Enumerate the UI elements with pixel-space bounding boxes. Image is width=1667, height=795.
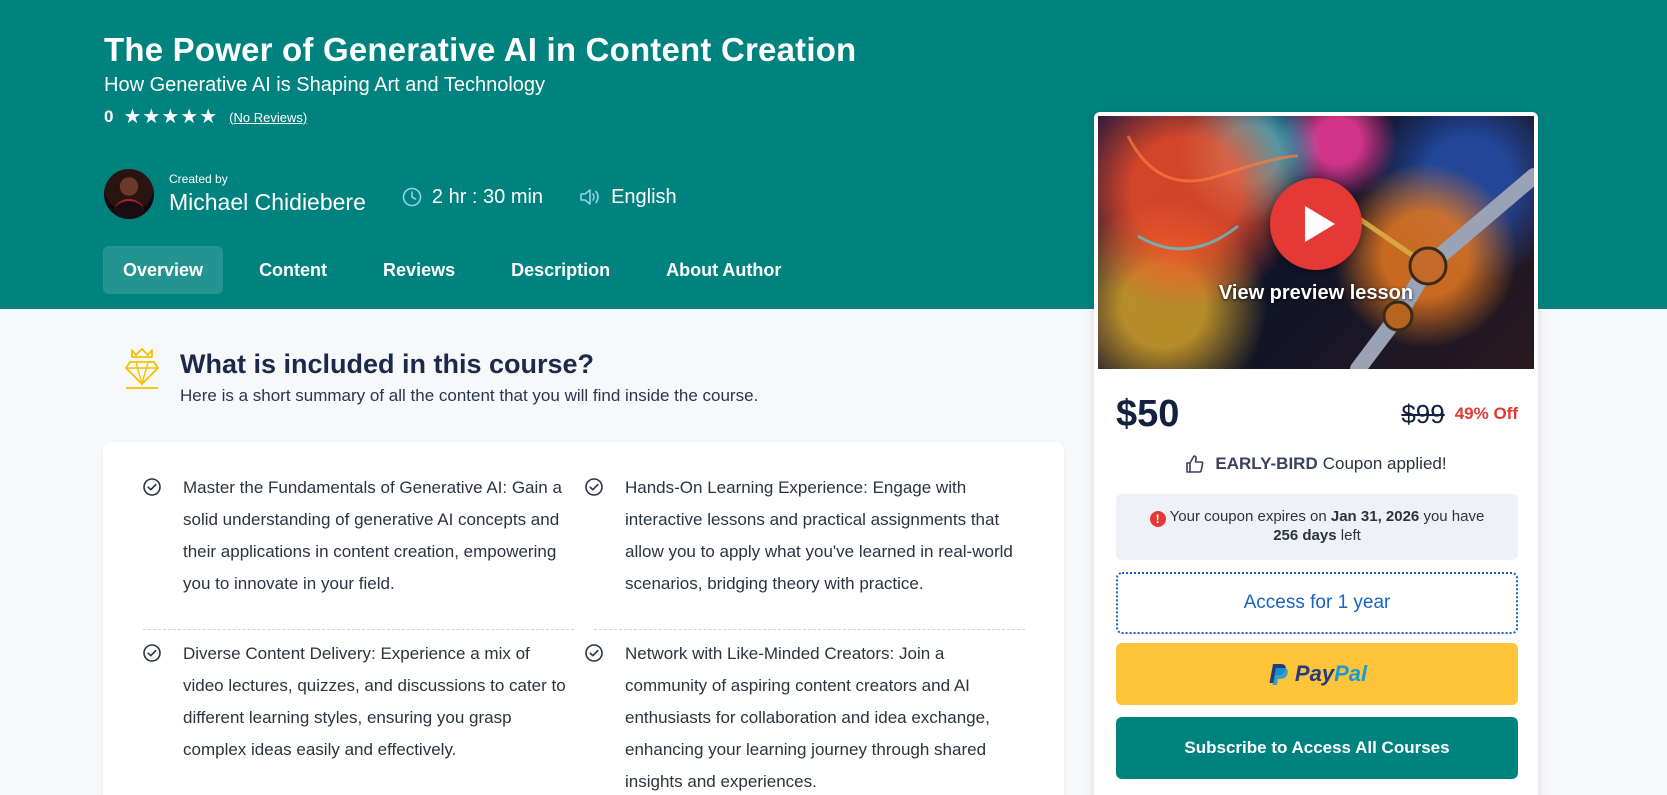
purchase-card: View preview lesson $50 $99 49% Off EARL… (1094, 112, 1538, 795)
feature-item: Hands-On Learning Experience: Engage wit… (583, 472, 1013, 600)
rating-value: 0 (104, 107, 114, 126)
paypal-pal: Pal (1334, 661, 1368, 686)
check-circle-icon (585, 478, 603, 496)
paypal-logo-icon (1269, 664, 1288, 685)
author-info: Created by Michael Chidiebere (169, 172, 366, 216)
speaker-icon (580, 189, 599, 205)
course-duration: 2 hr : 30 min (402, 180, 543, 209)
check-circle-icon (143, 478, 161, 496)
rating-summary: 0 ★ ★ ★ ★ ★ (No Reviews) (104, 106, 1084, 128)
expiry-prefix: Your coupon expires on (1169, 508, 1327, 525)
author-avatar[interactable] (104, 169, 154, 219)
paypal-pay: Pay (1294, 661, 1335, 686)
feature-item: Network with Like-Minded Creators: Join … (583, 638, 1013, 795)
tab-about-author[interactable]: About Author (646, 246, 801, 294)
original-price: $99 (1401, 398, 1445, 429)
subscribe-button[interactable]: Subscribe to Access All Courses (1116, 717, 1518, 779)
preview-thumbnail[interactable]: View preview lesson (1098, 116, 1534, 369)
expiry-mid: you have (1423, 508, 1485, 525)
course-subtitle: How Generative AI is Shaping Art and Tec… (104, 74, 546, 96)
expiry-suffix: left (1340, 527, 1361, 544)
price-row: $50 $99 49% Off (1116, 390, 1518, 438)
feature-text: Diverse Content Delivery: Experience a m… (183, 644, 566, 759)
current-price: $50 (1116, 392, 1180, 435)
course-meta: Created by Michael Chidiebere 2 hr : 30 … (104, 169, 677, 219)
thumbs-up-icon (1186, 455, 1204, 473)
feature-text: Hands-On Learning Experience: Engage wit… (625, 478, 1013, 593)
star-icon: ★ (180, 106, 199, 128)
star-icon: ★ (161, 106, 180, 128)
check-circle-icon (585, 644, 603, 662)
included-description: Here is a short summary of all the conte… (180, 386, 759, 405)
feature-text: Network with Like-Minded Creators: Join … (625, 644, 990, 791)
reviews-link[interactable]: (No Reviews) (229, 110, 307, 125)
paypal-button[interactable]: PayPal (1116, 643, 1518, 705)
check-circle-icon (143, 644, 161, 662)
included-features: Master the Fundamentals of Generative AI… (103, 442, 1064, 795)
tab-overview[interactable]: Overview (103, 246, 224, 294)
coupon-applied-text: Coupon applied! (1322, 454, 1447, 473)
duration-text: 2 hr : 30 min (431, 185, 544, 208)
language-text: English (611, 185, 677, 208)
coupon-code: EARLY-BIRD (1215, 454, 1318, 473)
feature-divider (143, 629, 574, 630)
star-rating: ★ ★ ★ ★ ★ (123, 107, 217, 127)
paypal-wordmark: PayPal (1295, 661, 1367, 687)
access-duration-button[interactable]: Access for 1 year (1116, 572, 1518, 634)
discount-badge: 49% Off (1454, 404, 1518, 423)
feature-text: Master the Fundamentals of Generative AI… (183, 478, 562, 593)
play-icon (1305, 206, 1335, 242)
star-icon: ★ (142, 106, 161, 128)
feature-item: Diverse Content Delivery: Experience a m… (141, 638, 571, 766)
course-heading: The Power of Generative AI in Content Cr… (104, 30, 1084, 128)
diamond-crown-icon (125, 348, 159, 389)
star-icon: ★ (123, 106, 142, 128)
tab-description[interactable]: Description (491, 246, 630, 294)
course-language: English (579, 180, 677, 209)
course-title: The Power of Generative AI in Content Cr… (104, 31, 857, 68)
expiry-date: Jan 31, 2026 (1330, 508, 1420, 525)
preview-label[interactable]: View preview lesson (1098, 282, 1534, 305)
clock-icon (402, 187, 422, 207)
feature-item: Master the Fundamentals of Generative AI… (141, 472, 571, 600)
star-icon: ★ (199, 106, 218, 128)
included-title: What is included in this course? (180, 349, 595, 379)
feature-divider (594, 629, 1025, 630)
included-heading: What is included in this course? Here is… (180, 346, 758, 406)
course-tabs: Overview Content Reviews Description Abo… (103, 246, 817, 294)
coupon-expiry-notice: ! Your coupon expires on Jan 31, 2026 you… (1116, 494, 1518, 560)
coupon-status: EARLY-BIRD Coupon applied! (1096, 454, 1536, 474)
tab-content[interactable]: Content (239, 246, 347, 294)
alert-icon: ! (1149, 511, 1166, 527)
included-section-header: What is included in this course? Here is… (122, 346, 758, 406)
tab-reviews[interactable]: Reviews (363, 246, 475, 294)
days-left: 256 days (1273, 527, 1337, 544)
author-name[interactable]: Michael Chidiebere (169, 188, 366, 216)
created-by-label: Created by (169, 172, 228, 186)
play-button[interactable] (1270, 178, 1362, 270)
